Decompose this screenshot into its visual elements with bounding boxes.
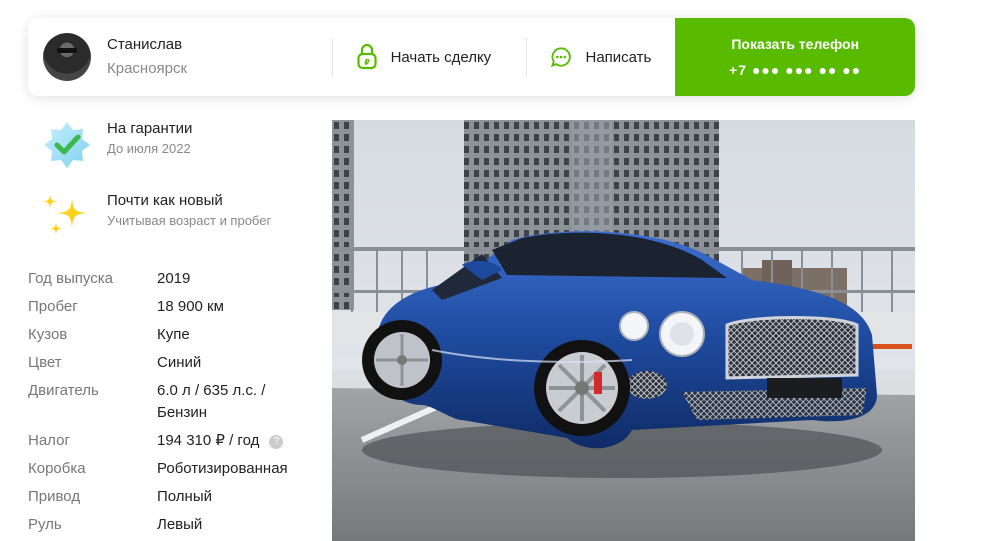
spec-value: Полный bbox=[157, 488, 212, 505]
star-check-icon bbox=[44, 122, 90, 168]
seller-bar: Станислав Красноярск ₽ Начать сделку Нап… bbox=[28, 18, 915, 96]
specs-table: Год выпуска 2019 Пробег 18 900 км Кузов … bbox=[28, 268, 318, 541]
start-deal-button[interactable]: ₽ Начать сделку bbox=[333, 18, 527, 96]
like-new-title: Почти как новый bbox=[107, 192, 223, 209]
spec-row-engine: Двигатель 6.0 л / 635 л.с. / Бензин bbox=[28, 380, 318, 424]
spec-value: 2019 bbox=[157, 270, 191, 287]
like-new-subtitle: Учитывая возраст и пробег bbox=[107, 213, 272, 228]
warranty-text: На гарантии До июля 2022 bbox=[107, 120, 192, 157]
safe-deal-lock-icon: ₽ bbox=[356, 44, 377, 70]
car-photo[interactable] bbox=[332, 120, 915, 541]
spec-row-wheel: Руль Левый bbox=[28, 514, 318, 536]
start-deal-label: Начать сделку bbox=[390, 48, 492, 66]
spec-key: Двигатель bbox=[28, 382, 99, 399]
show-phone-button[interactable]: Показать телефон +7 ●●● ●●● ●● ●● bbox=[675, 18, 915, 96]
help-icon[interactable]: ? bbox=[269, 435, 284, 449]
spec-value-line: Бензин bbox=[157, 404, 208, 421]
tax-value: 194 310 ₽ / год bbox=[157, 432, 260, 449]
spec-key: Кузов bbox=[28, 326, 68, 343]
spec-value: 18 900 км bbox=[157, 298, 224, 315]
spec-row-body: Кузов Купе bbox=[28, 324, 318, 346]
warranty-subtitle: До июля 2022 bbox=[107, 141, 191, 156]
spec-key: Привод bbox=[28, 488, 81, 505]
seller-info: Станислав Красноярск bbox=[107, 35, 187, 79]
spec-value-line: 6.0 л / 635 л.с. / bbox=[157, 382, 266, 399]
warranty-badge: На гарантии До июля 2022 bbox=[42, 120, 192, 170]
spec-row-tax: Налог 194 310 ₽ / год? bbox=[28, 430, 318, 452]
spec-row-mileage: Пробег 18 900 км bbox=[28, 296, 318, 318]
seller-profile[interactable]: Станислав Красноярск bbox=[28, 18, 332, 96]
like-new-badge: Почти как новый Учитывая возраст и пробе… bbox=[42, 192, 271, 242]
spec-key: Налог bbox=[28, 432, 70, 449]
spec-key: Год выпуска bbox=[28, 270, 113, 287]
avatar[interactable] bbox=[43, 33, 91, 81]
show-phone-label: Показать телефон bbox=[731, 36, 860, 52]
spec-key: Коробка bbox=[28, 460, 86, 477]
seller-name: Станислав bbox=[107, 36, 183, 53]
masked-phone-number: +7 ●●● ●●● ●● ●● bbox=[729, 62, 862, 78]
spec-key: Руль bbox=[28, 516, 62, 533]
spec-row-drive: Привод Полный bbox=[28, 486, 318, 508]
spec-value: Левый bbox=[157, 516, 203, 533]
svg-text:₽: ₽ bbox=[364, 58, 370, 67]
spec-value: Синий bbox=[157, 354, 202, 371]
spec-value: 6.0 л / 635 л.с. / Бензин bbox=[157, 380, 265, 424]
write-message-label: Написать bbox=[585, 48, 652, 66]
spec-row-gearbox: Коробка Роботизированная bbox=[28, 458, 318, 480]
sparkles-icon bbox=[43, 194, 87, 235]
warranty-title: На гарантии bbox=[107, 120, 193, 137]
spec-value: 194 310 ₽ / год? bbox=[157, 430, 284, 452]
write-message-button[interactable]: Написать bbox=[527, 18, 675, 96]
spec-row-color: Цвет Синий bbox=[28, 352, 318, 374]
spec-key: Цвет bbox=[28, 354, 62, 371]
seller-city: Красноярск bbox=[107, 60, 188, 77]
like-new-text: Почти как новый Учитывая возраст и пробе… bbox=[107, 192, 271, 229]
spec-value: Роботизированная bbox=[157, 460, 288, 477]
spec-value: Купе bbox=[157, 326, 190, 343]
spec-key: Пробег bbox=[28, 298, 78, 315]
chat-bubble-icon bbox=[551, 47, 572, 68]
spec-row-year: Год выпуска 2019 bbox=[28, 268, 318, 290]
